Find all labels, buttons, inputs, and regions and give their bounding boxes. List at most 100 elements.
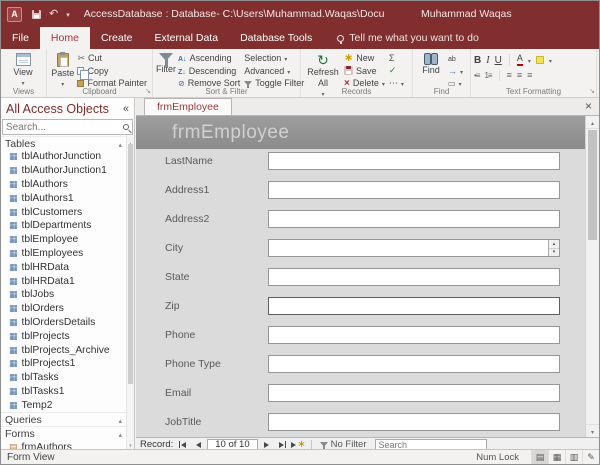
spelling-button[interactable] [387,65,406,78]
group-label-views: Views [1,87,46,96]
sidebar-item-table[interactable]: tblAuthorJunction [1,150,126,164]
sidebar-item-table[interactable]: tblAuthorJunction1 [1,164,126,178]
nav-search-input[interactable] [6,122,123,133]
scroll-up-icon[interactable] [586,116,599,129]
field-input-jobtitle[interactable] [268,413,560,431]
sidebar-item-table[interactable]: tblOrdersDetails [1,316,126,330]
highlight-color-icon[interactable] [536,56,544,64]
sidebar-item-table[interactable]: tblAuthors1 [1,191,126,205]
nav-scrollbar-thumb[interactable] [128,144,133,384]
dialog-launcher-icon[interactable] [145,84,151,96]
shutter-bar-close-icon[interactable] [123,103,129,115]
qat-customize-icon[interactable] [66,8,70,20]
table-icon [9,276,18,287]
copy-button[interactable]: Copy [75,65,149,78]
view-button[interactable]: View [4,51,42,88]
dialog-launcher-icon[interactable] [589,84,595,96]
new-record-ribbon-button[interactable]: New [342,52,387,65]
sidebar-item-table[interactable]: tblTasks1 [1,385,126,399]
sidebar-item-label: tblAuthorJunction [22,151,102,162]
tab-create[interactable]: Create [90,27,144,49]
sidebar-item-table[interactable]: tblHRData1 [1,274,126,288]
italic-button[interactable]: I [486,55,489,66]
access-app-icon[interactable] [7,7,22,22]
tab-frmEmployee[interactable]: frmEmployee [144,98,232,115]
sidebar-item-table[interactable]: tblEmployee [1,233,126,247]
bullets-icon[interactable] [474,70,479,81]
format-painter-icon [77,80,84,87]
group-label-find: Find [413,87,470,96]
chevron-up-icon [118,138,122,150]
sidebar-item-table[interactable]: tblCustomers [1,205,126,219]
sort-descending-icon [178,66,186,76]
field-input-email[interactable] [268,384,560,402]
tell-me-box[interactable]: Tell me what you want to do [337,27,479,49]
goto-button[interactable] [446,65,465,78]
form-view-button[interactable] [531,450,548,464]
sidebar-item-table[interactable]: tblDepartments [1,219,126,233]
field-input-zip[interactable] [268,297,560,315]
field-input-address2[interactable] [268,210,560,228]
nav-scrollbar[interactable] [126,135,134,451]
tab-home[interactable]: Home [40,27,90,49]
font-color-icon[interactable] [517,54,523,66]
undo-icon[interactable] [49,8,58,20]
replace-button[interactable] [446,52,465,65]
close-icon[interactable] [585,100,599,113]
save-record-button[interactable]: Save [342,65,387,78]
sidebar-item-table[interactable]: tblJobs [1,288,126,302]
record-search-input[interactable] [379,440,483,450]
group-label-text-formatting: Text Formatting [471,87,596,96]
bold-button[interactable]: B [474,55,481,66]
sidebar-item-table[interactable]: tblOrders [1,302,126,316]
sidebar-item-table[interactable]: tblProjects [1,329,126,343]
sidebar-item-table[interactable]: tblAuthors [1,178,126,192]
descending-button[interactable]: Descending [176,65,242,78]
sidebar-item-table[interactable]: tblProjects_Archive [1,343,126,357]
paste-button[interactable]: Paste [50,51,75,89]
tab-file[interactable]: File [1,27,40,49]
datasheet-view-button[interactable] [548,450,565,464]
field-input-phonetype[interactable] [268,355,560,373]
field-input-lastname[interactable] [268,152,560,170]
ribbon-group-sort-filter: Filter Ascending Descending Remove Sort [153,49,301,97]
align-center-icon[interactable] [517,70,522,81]
ribbon-group-find: Find Find [413,49,471,97]
selection-button[interactable]: Selection [242,52,306,65]
sidebar-item-table[interactable]: tblEmployees [1,247,126,261]
spin-up-icon[interactable] [549,240,559,249]
tab-database-tools[interactable]: Database Tools [229,27,323,49]
underline-button[interactable]: U [495,55,502,66]
align-left-icon[interactable] [507,70,512,81]
align-right-icon[interactable] [527,70,532,81]
numbering-icon[interactable] [484,70,491,81]
sidebar-item-table[interactable]: tblTasks [1,371,126,385]
field-input-address1[interactable] [268,181,560,199]
field-input-state[interactable] [268,268,560,286]
find-button[interactable]: Find [416,51,446,75]
scrollbar-thumb[interactable] [588,130,597,240]
group-label-clipboard: Clipboard [47,87,152,96]
account-name[interactable]: Muhammad Waqas [421,8,512,20]
totals-button[interactable] [387,52,406,65]
section-header-forms[interactable]: Forms [1,426,126,440]
section-header-queries[interactable]: Queries [1,412,126,426]
filter-button[interactable]: Filter [156,51,176,74]
spin-down-icon[interactable] [549,249,559,257]
section-header-tables[interactable]: Tables [1,136,126,150]
design-view-button[interactable] [582,450,599,464]
sidebar-item-table[interactable]: tblHRData [1,260,126,274]
form-scrollbar[interactable] [585,116,599,437]
field-input-city[interactable] [268,239,560,257]
sidebar-item-table[interactable]: tblProjects1 [1,357,126,371]
field-input-phone[interactable] [268,326,560,344]
cut-button[interactable]: Cut [75,52,149,65]
form-detail: LastName Address1 Address2 City State Zi… [136,149,585,437]
tab-external-data[interactable]: External Data [143,27,229,49]
scroll-down-icon[interactable] [586,424,599,437]
advanced-button[interactable]: Advanced [242,65,306,78]
layout-view-button[interactable] [565,450,582,464]
ascending-button[interactable]: Ascending [176,52,242,65]
save-icon[interactable] [32,10,41,19]
sidebar-item-table[interactable]: Temp2 [1,398,126,412]
